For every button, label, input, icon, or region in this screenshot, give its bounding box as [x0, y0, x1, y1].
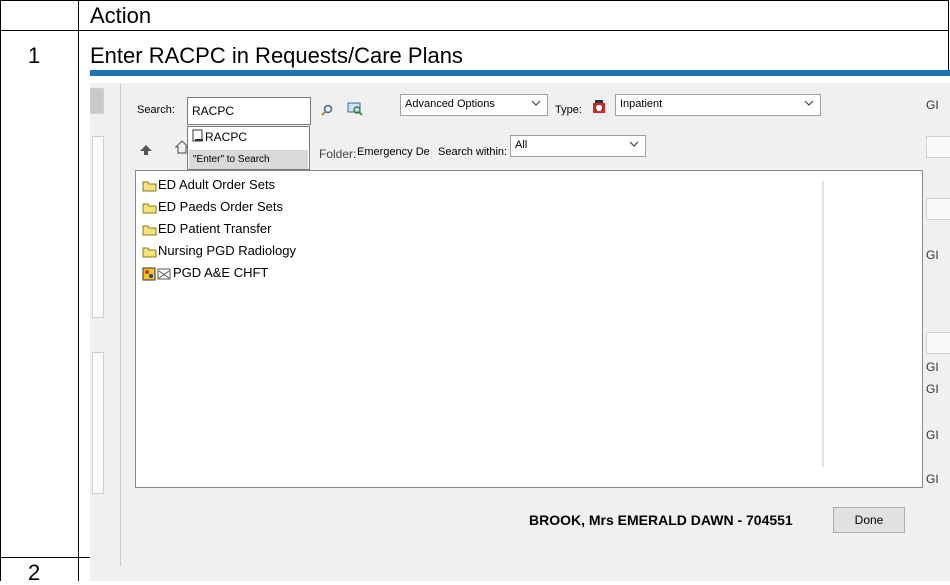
- host-right-panel: [926, 136, 950, 158]
- host-edge-text: GI: [926, 248, 939, 262]
- folder-icon: [142, 181, 157, 192]
- list-item-label: ED Adult Order Sets: [158, 177, 276, 192]
- type-value: Inpatient: [620, 98, 663, 110]
- row-number: 1: [28, 43, 41, 68]
- search-within-value: All: [515, 139, 528, 151]
- list-item-label: ED Patient Transfer: [158, 221, 272, 236]
- folder-label: Folder:: [319, 147, 357, 161]
- done-button[interactable]: Done: [833, 507, 905, 533]
- autocomplete-hint: "Enter" to Search: [189, 150, 308, 169]
- results-list: ED Adult Order Sets ED Paeds Order Sets …: [135, 170, 923, 488]
- list-item-label: PGD A&E CHFT: [173, 265, 269, 280]
- autocomplete-option-label: RACPC: [205, 130, 248, 144]
- patient-banner: BROOK, Mrs EMERALD DAWN - 704551: [529, 512, 793, 528]
- host-edge-text: GI: [926, 472, 939, 486]
- folder-value: Emergency De: [357, 146, 430, 158]
- table-border-left: [0, 0, 1, 581]
- search-input[interactable]: RACPC: [187, 97, 311, 125]
- list-item[interactable]: PGD A&E CHFT: [142, 263, 268, 283]
- chevron-down-icon: [804, 100, 814, 106]
- list-item[interactable]: ED Adult Order Sets: [142, 175, 275, 195]
- host-edge-text: GI: [926, 360, 939, 374]
- chevron-down-icon: [531, 100, 541, 106]
- window-top-strip: [90, 76, 950, 83]
- host-scroll-handle: [90, 88, 104, 114]
- app-screenshot: GI GI GI GI GI GI Search: RACPC Advanced…: [90, 70, 950, 581]
- autocomplete-option[interactable]: RACPC: [192, 129, 247, 145]
- list-item[interactable]: ED Patient Transfer: [142, 219, 271, 239]
- host-left-panel: [92, 352, 104, 494]
- folder-icon: [142, 225, 157, 236]
- host-right-panel: [926, 198, 950, 220]
- list-column-divider: [822, 181, 824, 467]
- folder-icon: [142, 203, 157, 214]
- table-header-action: Action: [90, 3, 152, 28]
- advanced-options-dropdown[interactable]: Advanced Options: [400, 94, 548, 116]
- table-border-top: [0, 0, 949, 1]
- chevron-down-icon: [629, 141, 639, 147]
- host-edge-text: GI: [926, 382, 939, 396]
- list-item-label: Nursing PGD Radiology: [158, 243, 297, 258]
- list-item[interactable]: Nursing PGD Radiology: [142, 241, 296, 261]
- care-plan-search-dialog: Search: RACPC Advanced Options Type: Inp…: [120, 84, 923, 566]
- table-column-divider: [78, 0, 79, 581]
- host-edge-text: GI: [926, 98, 939, 112]
- type-dropdown[interactable]: Inpatient: [615, 94, 821, 116]
- advanced-options-label: Advanced Options: [405, 98, 495, 110]
- row-number: 2: [28, 560, 41, 585]
- host-right-panel: [926, 332, 950, 354]
- row-action-text: Enter RACPC in Requests/Care Plans: [90, 43, 463, 68]
- order-set-icon: [142, 267, 171, 281]
- list-item[interactable]: ED Paeds Order Sets: [142, 197, 283, 217]
- search-label: Search:: [137, 104, 175, 116]
- search-within-dropdown[interactable]: All: [510, 135, 646, 157]
- search-icon[interactable]: [321, 104, 333, 116]
- table-row-divider: [0, 30, 949, 31]
- list-item-label: ED Paeds Order Sets: [158, 199, 283, 214]
- type-label: Type:: [555, 104, 582, 116]
- search-within-label: Search within:: [438, 146, 508, 158]
- host-edge-text: GI: [926, 428, 939, 442]
- folder-icon: [142, 247, 157, 258]
- host-left-panel: [92, 136, 104, 318]
- inpatient-type-icon: [593, 100, 605, 113]
- search-results-icon[interactable]: [347, 102, 363, 116]
- folder-up-icon[interactable]: [139, 144, 153, 156]
- document-icon: [192, 129, 203, 142]
- autocomplete-popup: RACPC "Enter" to Search: [187, 126, 310, 170]
